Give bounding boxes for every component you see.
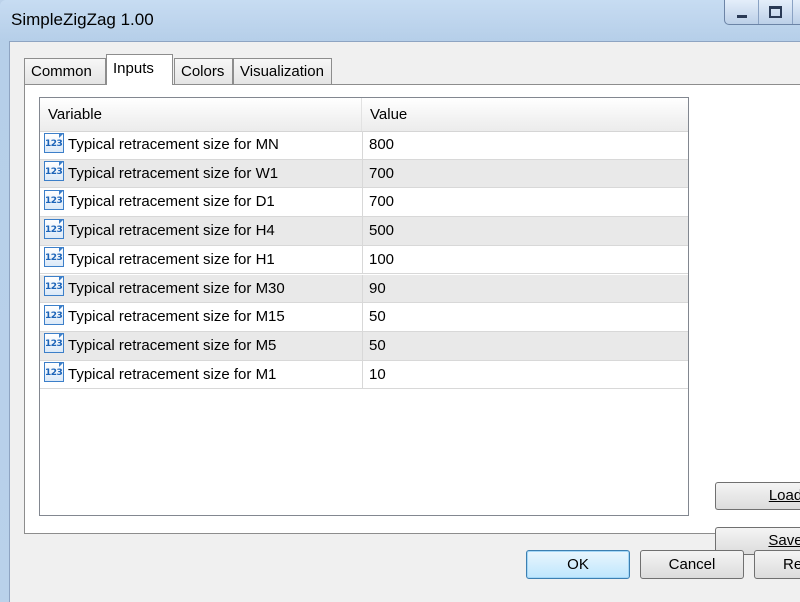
column-header-variable[interactable]: Variable (40, 98, 362, 131)
value-cell[interactable]: 90 (362, 274, 688, 303)
table-row[interactable]: 123 Typical retracement size for M1 10 (40, 360, 688, 390)
value-cell[interactable]: 50 (362, 331, 688, 360)
variable-name: Typical retracement size for M5 (68, 336, 277, 354)
variable-name: Typical retracement size for M1 (68, 365, 277, 383)
value-cell[interactable]: 700 (362, 188, 688, 217)
column-header-value[interactable]: Value (362, 98, 688, 131)
table-row[interactable]: 123 Typical retracement size for W1 700 (40, 159, 688, 189)
reset-button[interactable]: Re (754, 550, 800, 579)
variable-cell: 123 Typical retracement size for H1 (44, 246, 362, 274)
variable-cell: 123 Typical retracement size for M5 (44, 332, 362, 360)
table-row[interactable]: 123 Typical retracement size for M5 50 (40, 331, 688, 361)
variable-name: Typical retracement size for D1 (68, 193, 275, 211)
table-row[interactable]: 123 Typical retracement size for MN 800 (40, 131, 688, 160)
value-cell[interactable]: 700 (362, 159, 688, 188)
variable-name: Typical retracement size for M15 (68, 308, 285, 326)
grid-header: Variable Value (40, 98, 688, 132)
variable-cell: 123 Typical retracement size for M15 (44, 303, 362, 331)
tab-colors[interactable]: Colors (174, 58, 233, 84)
number-123-icon: 123 (44, 132, 66, 154)
number-123-icon: 123 (44, 189, 66, 211)
variable-name: Typical retracement size for H1 (68, 250, 275, 268)
dialog-window: SimpleZigZag 1.00 Common Inputs Colors V… (0, 0, 800, 602)
variable-name: Typical retracement size for M30 (68, 279, 285, 297)
window-title: SimpleZigZag 1.00 (11, 10, 154, 29)
variable-cell: 123 Typical retracement size for W1 (44, 160, 362, 188)
variable-cell: 123 Typical retracement size for MN (44, 131, 362, 159)
title-bar[interactable]: SimpleZigZag 1.00 (0, 0, 800, 42)
inputs-tab-panel: Variable Value 123 Typical retracement si… (24, 84, 800, 555)
variable-cell: 123 Typical retracement size for M1 (44, 361, 362, 389)
ok-button[interactable]: OK (526, 550, 630, 579)
inputs-grid: Variable Value 123 Typical retracement si… (39, 97, 689, 516)
table-row[interactable]: 123 Typical retracement size for H4 500 (40, 217, 688, 246)
window-controls (724, 0, 800, 25)
variable-name: Typical retracement size for H4 (68, 222, 275, 240)
tab-inputs[interactable]: Inputs (106, 54, 173, 85)
value-cell[interactable]: 100 (362, 245, 688, 274)
number-123-icon: 123 (44, 247, 66, 268)
variable-cell: 123 Typical retracement size for H4 (44, 217, 362, 245)
number-123-icon: 123 (44, 304, 66, 326)
value-cell[interactable]: 500 (362, 217, 688, 246)
variable-cell: 123 Typical retracement size for M30 (44, 275, 362, 303)
variable-cell: 123 Typical retracement size for D1 (44, 188, 362, 216)
tab-common[interactable]: Common (24, 58, 106, 84)
dialog-client-area: Common Inputs Colors Visualization Varia… (9, 41, 800, 602)
cancel-button[interactable]: Cancel (640, 550, 744, 579)
maximize-icon (769, 6, 782, 18)
variable-name: Typical retracement size for W1 (68, 164, 279, 182)
table-row[interactable]: 123 Typical retracement size for M30 90 (40, 274, 688, 304)
load-button[interactable]: Load (715, 482, 800, 510)
number-123-icon: 123 (44, 276, 66, 297)
maximize-button[interactable] (759, 0, 793, 24)
number-123-icon: 123 (44, 362, 66, 383)
number-123-icon: 123 (44, 333, 66, 354)
table-row[interactable]: 123 Typical retracement size for D1 700 (40, 188, 688, 218)
value-cell[interactable]: 50 (362, 303, 688, 332)
tab-visualization[interactable]: Visualization (233, 58, 332, 84)
table-row[interactable]: 123 Typical retracement size for H1 100 (40, 245, 688, 275)
variable-name: Typical retracement size for MN (68, 136, 279, 153)
table-row[interactable]: 123 Typical retracement size for M15 50 (40, 303, 688, 332)
minimize-button[interactable] (725, 0, 759, 24)
number-123-icon: 123 (44, 161, 66, 182)
value-cell[interactable]: 800 (362, 131, 688, 159)
minimize-icon (736, 14, 747, 18)
value-cell[interactable]: 10 (362, 360, 688, 389)
number-123-icon: 123 (44, 218, 66, 240)
